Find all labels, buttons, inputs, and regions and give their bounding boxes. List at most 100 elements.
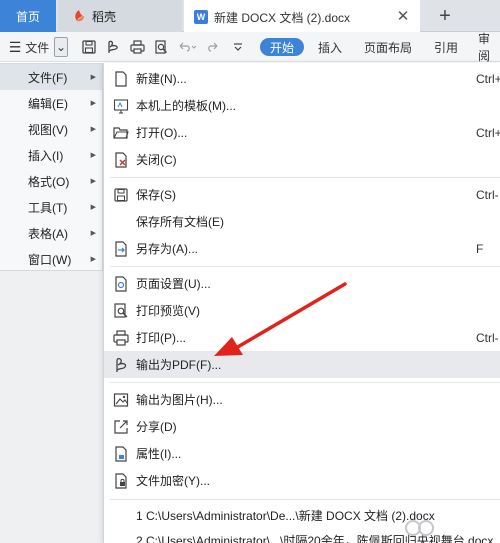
new-doc-icon	[115, 71, 127, 87]
menu-tools[interactable]: 工具(T) ▶	[0, 194, 102, 220]
submenu-arrow-icon: ▶	[90, 256, 96, 263]
menu-edit[interactable]: 编辑(E) ▶	[0, 90, 102, 116]
ribbon-tab-references-label: 引用	[433, 40, 458, 55]
print-preview-icon	[114, 303, 128, 318]
menu-separator	[110, 382, 500, 383]
tab-bar: 首页 稻壳 W 新建 DOCX 文档 (2).docx ✕ +	[0, 0, 500, 32]
print-preview-icon[interactable]	[152, 32, 170, 62]
hamburger-icon: ☰	[8, 38, 22, 55]
close-doc-icon	[115, 152, 127, 168]
share-icon	[114, 420, 128, 434]
daoke-logo-icon	[75, 10, 84, 22]
menu-window-label: 窗口(W)	[28, 252, 72, 267]
ribbon-tab-insert[interactable]: 插入	[314, 32, 346, 62]
menu-item-properties-label: 属性(I)...	[136, 447, 182, 461]
properties-icon	[115, 446, 127, 462]
ribbon-tab-insert-label: 插入	[317, 40, 342, 55]
open-folder-icon	[113, 127, 129, 139]
menu-item-export-image-label: 输出为图片(H)...	[136, 393, 223, 407]
tab-home[interactable]: 首页	[0, 0, 56, 32]
recent-file-2-path: 2 C:\Users\Administrator\...\时隔20余年，陈佩斯回…	[136, 534, 494, 543]
ribbon-tab-layout-label: 页面布局	[363, 40, 412, 55]
file-menu-label: 文件	[25, 40, 50, 55]
ribbon-tab-layout[interactable]: 页面布局	[360, 32, 416, 62]
recent-file-1[interactable]: 1 C:\Users\Administrator\De...\新建 DOCX 文…	[104, 502, 500, 529]
recent-file-2[interactable]: 2 C:\Users\Administrator\...\时隔20余年，陈佩斯回…	[104, 527, 500, 543]
menu-item-open[interactable]: 打开(O)... Ctrl+	[104, 119, 500, 146]
redo-icon[interactable]	[204, 32, 222, 62]
submenu-arrow-icon: ▶	[90, 100, 96, 107]
menu-edit-label: 编辑(E)	[28, 96, 68, 111]
menu-item-save-all-label: 保存所有文档(E)	[136, 215, 224, 229]
menu-item-share[interactable]: 分享(D)	[104, 413, 500, 440]
menu-separator	[110, 177, 500, 178]
menu-item-save[interactable]: 保存(S) Ctrl-	[104, 181, 500, 208]
submenu-arrow-icon: ▶	[90, 126, 96, 133]
encrypt-icon	[115, 473, 127, 489]
menu-separator	[110, 499, 500, 500]
menu-item-save-as[interactable]: 另存为(A)... F	[104, 235, 500, 262]
submenu-arrow-icon: ▶	[90, 230, 96, 237]
menu-insert-label: 插入(I)	[28, 148, 64, 163]
menu-item-page-setup[interactable]: 页面设置(U)...	[104, 270, 500, 297]
menu-item-open-label: 打开(O)...	[136, 126, 188, 140]
tab-document-label: 新建 DOCX 文档 (2).docx	[214, 10, 351, 25]
menu-item-new[interactable]: 新建(N)... Ctrl+	[104, 65, 500, 92]
watermark-logo-icon	[405, 520, 434, 536]
menu-item-encrypt-label: 文件加密(Y)...	[136, 474, 210, 488]
menu-item-print-preview[interactable]: 打印预览(V)	[104, 297, 500, 324]
add-tab-icon[interactable]: +	[432, 0, 458, 32]
menu-item-share-label: 分享(D)	[136, 420, 177, 434]
print-icon[interactable]	[128, 32, 146, 62]
menu-table[interactable]: 表格(A) ▶	[0, 220, 102, 246]
export-pdf-icon[interactable]	[104, 32, 122, 62]
menu-item-print-label: 打印(P)...	[136, 331, 186, 345]
ribbon-tab-start-label: 开始	[269, 40, 294, 55]
menu-view[interactable]: 视图(V) ▶	[0, 116, 102, 142]
ribbon-tab-start[interactable]: 开始	[260, 38, 304, 56]
save-as-icon	[115, 241, 127, 257]
menu-view-label: 视图(V)	[28, 122, 68, 137]
menu-table-label: 表格(A)	[28, 226, 68, 241]
menu-format[interactable]: 格式(O) ▶	[0, 168, 102, 194]
menu-insert[interactable]: 插入(I) ▶	[0, 142, 102, 168]
more-icon[interactable]	[230, 32, 246, 62]
menu-separator	[110, 266, 500, 267]
file-dropdown-toggle[interactable]: ⌄	[54, 37, 68, 57]
menu-item-encrypt[interactable]: 文件加密(Y)...	[104, 467, 500, 494]
menu-item-properties[interactable]: 属性(I)...	[104, 440, 500, 467]
wps-writer-window: 首页 稻壳 W 新建 DOCX 文档 (2).docx ✕ + ☰ 文件 ⌄ 开…	[0, 0, 500, 543]
menu-item-new-label: 新建(N)...	[136, 72, 187, 86]
submenu-arrow-icon: ▶	[90, 204, 96, 211]
menu-window[interactable]: 窗口(W) ▶	[0, 246, 102, 272]
menu-item-print[interactable]: 打印(P)... Ctrl-	[104, 324, 500, 351]
menu-item-page-setup-label: 页面设置(U)...	[136, 277, 211, 291]
ribbon-tab-references[interactable]: 引用	[428, 32, 464, 62]
menu-item-close-label: 关闭(C)	[136, 153, 177, 167]
menu-item-save-all[interactable]: 保存所有文档(E)	[104, 208, 500, 235]
template-icon	[113, 99, 129, 114]
menu-item-template-label: 本机上的模板(M)...	[136, 99, 236, 113]
menu-item-print-shortcut: Ctrl-	[476, 330, 499, 345]
ribbon-tab-review[interactable]: 审阅	[478, 32, 500, 62]
tab-document[interactable]: W 新建 DOCX 文档 (2).docx ✕	[184, 0, 420, 32]
menu-format-label: 格式(O)	[28, 174, 70, 189]
close-tab-icon[interactable]: ✕	[396, 9, 410, 24]
menu-item-export-pdf[interactable]: 输出为PDF(F)...	[104, 351, 500, 378]
menu-file[interactable]: 文件(F) ▶	[0, 64, 102, 90]
recent-file-1-path: 1 C:\Users\Administrator\De...\新建 DOCX 文…	[136, 509, 435, 523]
export-image-icon	[113, 393, 129, 407]
tab-daoke[interactable]: 稻壳	[58, 0, 182, 32]
menu-item-export-image[interactable]: 输出为图片(H)...	[104, 386, 500, 413]
menu-item-template[interactable]: 本机上的模板(M)...	[104, 92, 500, 119]
classic-menu: 文件(F) ▶ 编辑(E) ▶ 视图(V) ▶ 插入(I) ▶ 格式(O) ▶ …	[0, 63, 103, 271]
save-icon[interactable]	[80, 32, 98, 62]
menu-item-close[interactable]: 关闭(C)	[104, 146, 500, 173]
ribbon-tab-review-label: 审阅	[478, 32, 491, 62]
chevron-down-icon: ⌄	[55, 40, 67, 54]
undo-icon[interactable]	[176, 32, 198, 62]
submenu-arrow-icon: ▶	[90, 178, 96, 185]
file-menu-button[interactable]: ☰ 文件	[4, 32, 54, 62]
file-dropdown-menu: 新建(N)... Ctrl+ 本机上的模板(M)... 打开(O)... Ctr…	[103, 63, 500, 543]
word-doc-icon: W	[194, 10, 208, 24]
